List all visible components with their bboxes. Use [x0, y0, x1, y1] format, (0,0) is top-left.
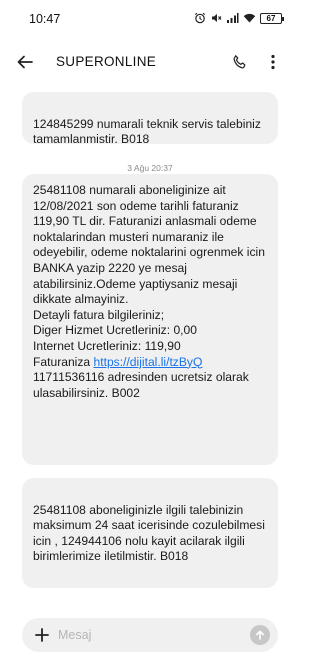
more-options-button[interactable]	[262, 49, 284, 75]
signal-icon	[226, 12, 239, 24]
alarm-icon	[194, 12, 206, 24]
mute-icon	[210, 12, 222, 24]
message-bubble[interactable]: 25481108 aboneliginizle ilgili talebiniz…	[22, 478, 278, 588]
message-bubble[interactable]: 124845299 numarali teknik servis talebin…	[22, 92, 278, 147]
more-vert-icon	[271, 54, 275, 70]
send-arrow-icon	[256, 630, 264, 640]
message-text: 25481108 aboneliginizle ilgili talebiniz…	[33, 502, 265, 564]
attach-button[interactable]	[31, 624, 53, 646]
message-input[interactable]	[58, 626, 238, 644]
status-time: 10:47	[29, 12, 61, 26]
send-button[interactable]	[250, 625, 270, 645]
status-icons: 67	[194, 12, 284, 24]
phone-icon	[232, 54, 245, 69]
call-button[interactable]	[226, 49, 252, 75]
conversation-header: SUPERONLINE	[0, 40, 300, 84]
back-arrow-icon	[17, 55, 33, 69]
message-text: 11711536116 adresinden ucretsiz olarak u…	[33, 370, 249, 400]
contact-name: SUPERONLINE	[56, 54, 157, 69]
plus-icon	[35, 628, 49, 642]
wifi-icon	[243, 12, 256, 24]
status-bar: 10:47 67	[0, 0, 300, 40]
message-bubble[interactable]: 25481108 numarali aboneliginize ait 12/0…	[22, 174, 278, 465]
message-text: 25481108 numarali aboneliginize ait 12/0…	[33, 183, 265, 369]
message-text: 124845299 numarali teknik servis talebin…	[33, 116, 261, 147]
message-link[interactable]: https://dijital.li/tzByQ	[94, 355, 203, 369]
back-button[interactable]	[12, 49, 38, 75]
compose-bar	[22, 618, 278, 652]
date-separator: 3 Ağu 20:37	[127, 163, 173, 173]
battery-icon: 67	[260, 12, 284, 24]
